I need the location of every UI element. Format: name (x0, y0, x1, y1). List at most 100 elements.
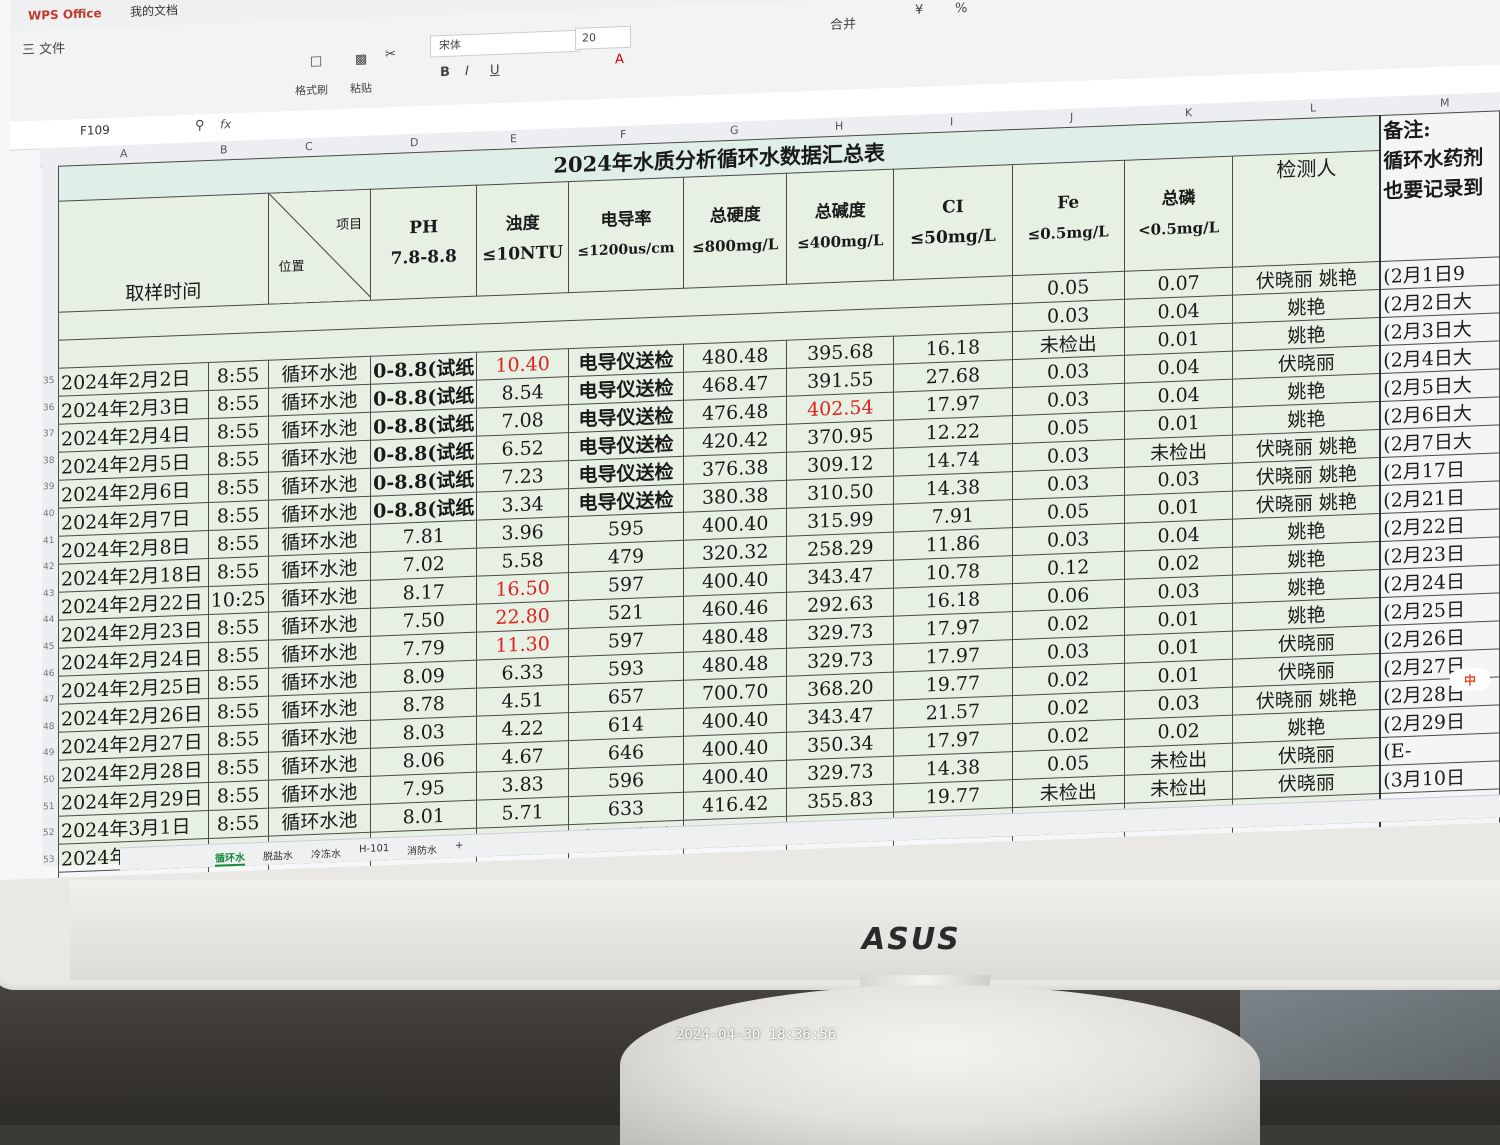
hardness-cell[interactable]: 380.38 (683, 480, 787, 513)
fe-cell[interactable]: 未检出 (1012, 775, 1125, 808)
row-number[interactable]: 47 (43, 695, 54, 705)
italic-button[interactable]: I (465, 64, 469, 79)
time-cell[interactable]: 8:55 (208, 696, 269, 727)
phosphorus-cell[interactable]: 0.03 (1124, 575, 1233, 608)
alkalinity-cell[interactable]: 350.34 (786, 728, 894, 761)
column-header-c[interactable]: C (305, 140, 313, 153)
ph-header[interactable]: PH 7.8-8.8 (370, 185, 477, 301)
alkalinity-cell[interactable]: 343.47 (786, 700, 894, 733)
hardness-cell[interactable]: 460.46 (683, 592, 787, 625)
location-cell[interactable]: 循环水池 (268, 580, 371, 613)
alkalinity-cell[interactable]: 309.12 (786, 448, 894, 481)
row-number[interactable]: 52 (43, 828, 54, 838)
column-header-k[interactable]: K (1185, 106, 1192, 119)
conductivity-cell[interactable]: 646 (568, 736, 684, 769)
time-cell[interactable]: 8:55 (208, 752, 269, 783)
turbidity-cell[interactable]: 16.50 (476, 572, 569, 605)
phosphorus-cell[interactable]: 0.01 (1124, 603, 1233, 636)
location-cell[interactable]: 循环水池 (268, 384, 371, 417)
location-cell[interactable]: 循环水池 (268, 552, 371, 585)
turbidity-cell[interactable]: 4.22 (476, 712, 569, 745)
hardness-cell[interactable]: 416.42 (683, 788, 787, 821)
hardness-cell[interactable]: 476.48 (683, 396, 787, 429)
location-cell[interactable]: 循环水池 (268, 608, 371, 641)
alkalinity-cell[interactable]: 391.55 (786, 364, 894, 397)
merge-button[interactable]: 合并 (830, 13, 856, 33)
column-header-b[interactable]: B (220, 143, 228, 156)
location-cell[interactable]: 循环水池 (268, 496, 371, 529)
alkalinity-cell[interactable]: 355.83 (786, 784, 894, 817)
column-header-f[interactable]: F (620, 128, 626, 141)
conductivity-cell[interactable]: 597 (568, 624, 684, 657)
ph-cell[interactable]: 8.09 (370, 660, 477, 693)
turbidity-cell[interactable]: 11.30 (476, 628, 569, 661)
phosphorus-cell[interactable]: 0.07 (1124, 267, 1233, 300)
column-header-i[interactable]: I (950, 115, 953, 128)
ph-cell[interactable]: 8.03 (370, 716, 477, 749)
turbidity-cell[interactable]: 3.34 (476, 488, 569, 521)
phosphorus-cell[interactable]: 0.01 (1124, 491, 1233, 524)
hardness-cell[interactable]: 320.32 (683, 536, 787, 569)
fe-cell[interactable]: 0.02 (1012, 719, 1125, 752)
phosphorus-cell[interactable]: 0.01 (1124, 407, 1233, 440)
row-number[interactable]: 35 (43, 376, 54, 386)
fe-cell[interactable]: 0.03 (1012, 355, 1125, 388)
sheet-tab[interactable]: H-101 (359, 843, 389, 855)
time-cell[interactable]: 8:55 (208, 416, 269, 447)
row-number[interactable]: 50 (43, 775, 54, 785)
ph-cell[interactable]: 7.81 (370, 520, 477, 553)
hardness-cell[interactable]: 480.48 (683, 340, 787, 373)
row-number[interactable]: 41 (43, 536, 54, 546)
phosphorus-cell[interactable]: 0.03 (1124, 687, 1233, 720)
fe-cell[interactable]: 0.03 (1012, 299, 1125, 332)
row-number[interactable]: 46 (43, 669, 54, 679)
location-cell[interactable]: 循环水池 (268, 412, 371, 445)
phosphorus-cell[interactable]: 未检出 (1124, 771, 1233, 804)
row-number[interactable]: 51 (43, 802, 54, 812)
column-header-e[interactable]: E (510, 132, 517, 145)
ph-cell[interactable]: 0-8.8(试纸 (370, 464, 477, 497)
conductivity-cell[interactable]: 593 (568, 652, 684, 685)
phosphorus-cell[interactable]: 0.04 (1124, 295, 1233, 328)
hardness-cell[interactable]: 480.48 (683, 620, 787, 653)
sheet-tab[interactable]: + (455, 840, 463, 851)
column-header-g[interactable]: G (730, 124, 739, 137)
conductivity-cell[interactable]: 521 (568, 596, 684, 629)
hardness-cell[interactable]: 400.40 (683, 564, 787, 597)
format-painter-button[interactable]: 格式刷 (295, 81, 328, 98)
row-number[interactable]: 53 (43, 855, 54, 865)
turbidity-cell[interactable]: 6.33 (476, 656, 569, 689)
fe-cell[interactable]: 0.05 (1012, 411, 1125, 444)
ph-cell[interactable]: 0-8.8(试纸 (370, 492, 477, 525)
location-cell[interactable]: 循环水池 (268, 468, 371, 501)
row-number[interactable]: 39 (43, 482, 54, 492)
conductivity-cell[interactable]: 电导仪送检 (568, 400, 684, 433)
row-number[interactable]: 42 (43, 562, 54, 572)
ph-cell[interactable]: 7.02 (370, 548, 477, 581)
sheet-tab[interactable]: 脱盐水 (263, 847, 293, 863)
hardness-cell[interactable]: 468.47 (683, 368, 787, 401)
turbidity-cell[interactable]: 5.58 (476, 544, 569, 577)
fe-cell[interactable]: 0.05 (1012, 271, 1125, 304)
wps-app-name[interactable]: WPS Office (28, 6, 102, 23)
phosphorus-cell[interactable]: 0.01 (1124, 659, 1233, 692)
time-cell[interactable]: 8:55 (208, 444, 269, 475)
column-header-l[interactable]: L (1310, 101, 1316, 114)
time-cell[interactable]: 8:55 (208, 724, 269, 755)
conductivity-cell[interactable]: 657 (568, 680, 684, 713)
row-number[interactable]: 38 (43, 456, 54, 466)
ime-indicator[interactable]: 中 (1450, 667, 1490, 692)
time-cell[interactable]: 8:55 (208, 780, 269, 811)
fe-cell[interactable]: 0.06 (1012, 579, 1125, 612)
ph-cell[interactable]: 0-8.8(试纸 (370, 408, 477, 441)
chloride-header[interactable]: CI ≤50mg/L (893, 164, 1013, 281)
fe-cell[interactable]: 0.05 (1012, 747, 1125, 780)
turbidity-cell[interactable]: 6.52 (476, 432, 569, 465)
phosphorus-cell[interactable]: 0.04 (1124, 351, 1233, 384)
alkalinity-cell[interactable]: 310.50 (786, 476, 894, 509)
fe-cell[interactable]: 未检出 (1012, 327, 1125, 360)
ph-cell[interactable]: 0-8.8(试纸 (370, 352, 477, 385)
row-number[interactable]: 36 (43, 403, 54, 413)
hardness-cell[interactable]: 376.38 (683, 452, 787, 485)
alkalinity-cell[interactable]: 329.73 (786, 644, 894, 677)
